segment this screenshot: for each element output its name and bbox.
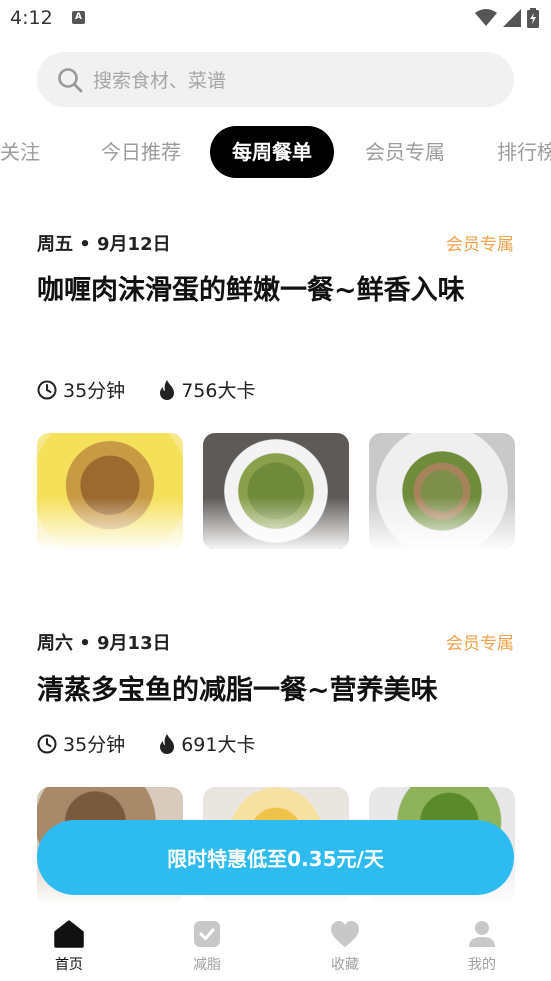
heart-icon	[331, 921, 359, 947]
category-tabs: 关注 今日推荐 每周餐单 会员专属 排行榜	[0, 126, 551, 178]
notification-icon: A	[72, 11, 85, 24]
tab-ranking[interactable]: 排行榜	[497, 126, 551, 178]
nav-home[interactable]: 首页	[34, 920, 104, 974]
battery-icon	[527, 8, 539, 28]
tab-weekly-menu[interactable]: 每周餐单	[210, 126, 334, 178]
meal-calories: 756大卡	[181, 380, 256, 402]
vip-badge: 会员专属	[446, 235, 514, 255]
flame-icon	[160, 379, 175, 400]
shield-check-icon	[194, 921, 220, 947]
promo-button[interactable]: 限时特惠低至0.35元/天	[37, 820, 514, 895]
search-icon	[58, 67, 83, 92]
dish-image[interactable]	[369, 433, 515, 549]
nav-home-label: 首页	[55, 957, 83, 973]
meal-meta: 35分钟 691大卡	[37, 730, 289, 757]
search-input[interactable]: 搜索食材、菜谱	[37, 52, 514, 107]
tab-follow[interactable]: 关注	[0, 126, 40, 178]
tab-today-recommend[interactable]: 今日推荐	[101, 126, 181, 178]
meal-meta: 35分钟 756大卡	[37, 376, 289, 403]
status-icons	[475, 8, 539, 28]
meal-card[interactable]: 周五 • 9月12日 会员专属 咖喱肉沫滑蛋的鲜嫩一餐~鲜香入味 35分钟 75…	[37, 230, 515, 550]
clock-icon	[37, 380, 57, 399]
meal-calories: 691大卡	[181, 734, 256, 756]
user-icon	[469, 921, 495, 947]
home-icon	[54, 920, 84, 948]
signal-icon	[503, 9, 521, 27]
nav-fatloss[interactable]: 减脂	[172, 920, 242, 974]
nav-profile[interactable]: 我的	[447, 920, 517, 974]
meal-time: 35分钟	[63, 380, 126, 402]
clock-icon	[37, 734, 57, 753]
meal-title: 清蒸多宝鱼的减脂一餐~营养美味	[37, 675, 438, 706]
meal-date: 周六 • 9月13日	[37, 633, 171, 654]
dish-image[interactable]	[37, 433, 183, 549]
nav-fatloss-label: 减脂	[193, 957, 221, 973]
wifi-icon	[475, 9, 497, 26]
flame-icon	[160, 733, 175, 754]
status-time: 4:12	[10, 7, 53, 29]
meal-date: 周五 • 9月12日	[37, 234, 171, 255]
bottom-nav: 首页 减脂 收藏 我的	[0, 910, 551, 981]
nav-favorites[interactable]: 收藏	[310, 920, 380, 974]
meal-time: 35分钟	[63, 734, 126, 756]
meal-thumbnails	[37, 433, 515, 549]
meal-title: 咖喱肉沫滑蛋的鲜嫩一餐~鲜香入味	[37, 275, 465, 306]
tab-vip-exclusive[interactable]: 会员专属	[365, 126, 445, 178]
nav-favorites-label: 收藏	[331, 957, 359, 973]
status-bar: 4:12 A	[0, 0, 551, 38]
dish-image[interactable]	[203, 433, 349, 549]
vip-badge: 会员专属	[446, 634, 514, 654]
nav-profile-label: 我的	[468, 957, 496, 973]
search-placeholder: 搜索食材、菜谱	[93, 70, 227, 92]
